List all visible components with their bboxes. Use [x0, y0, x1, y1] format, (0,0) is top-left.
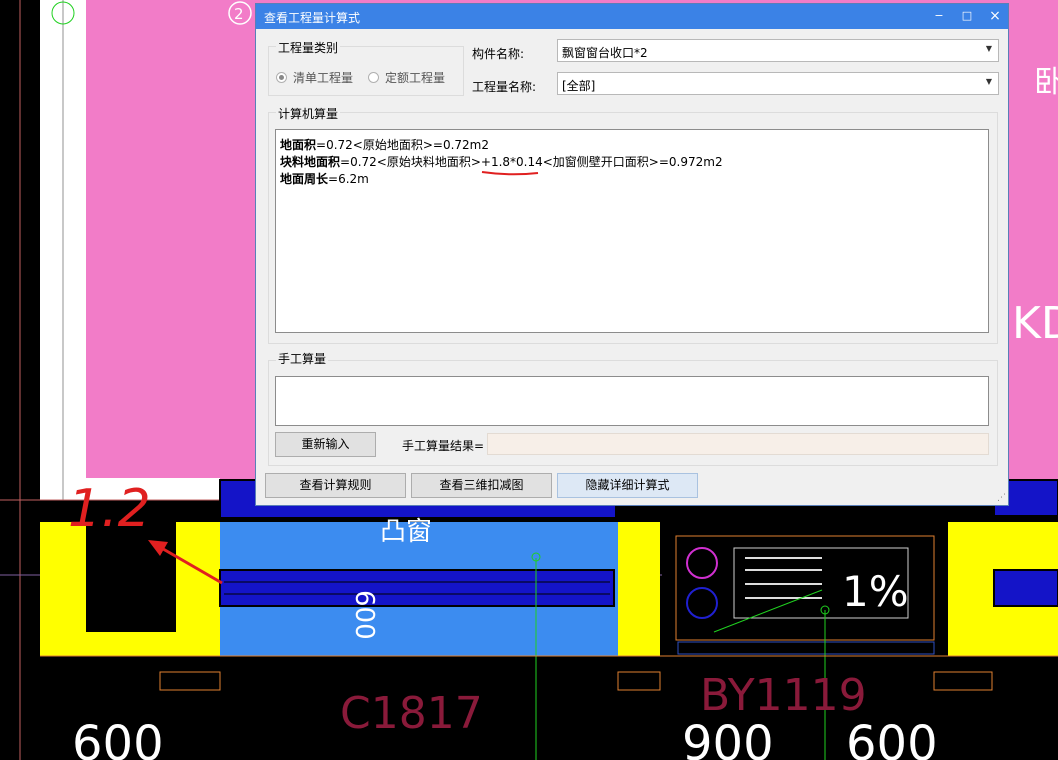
vertical-600: 600	[349, 590, 379, 640]
radio-quota-quantity[interactable]: 定额工程量	[368, 69, 445, 86]
resize-grip-icon[interactable]: ⋰	[997, 493, 1006, 503]
radio-selected-icon	[276, 72, 287, 83]
maximize-icon[interactable]: □	[959, 8, 975, 24]
quantity-name-label: 工程量名称:	[472, 80, 537, 94]
dialog-title: 查看工程量计算式	[264, 11, 361, 25]
dialog-titlebar[interactable]: 查看工程量计算式 − □ ×	[256, 4, 1008, 29]
component-name-label: 构件名称:	[472, 47, 525, 61]
quantity-name-select[interactable]: [全部] ▼	[557, 72, 999, 95]
reinput-button[interactable]: 重新输入	[275, 432, 376, 457]
radio-bill-quantity[interactable]: 清单工程量	[276, 69, 353, 86]
handwritten-annotation: 1.2	[68, 479, 151, 539]
manual-label: 手工算量	[276, 350, 329, 367]
vertical-window-text: 凸窗	[380, 517, 432, 547]
formula-line: 块料地面积=0.72<原始块料地面积>+1.8*0.14<加窗侧壁开口面积>=0…	[280, 155, 723, 169]
dimension-mid: 900	[682, 716, 774, 760]
radio-unselected-icon	[368, 72, 379, 83]
computed-label: 计算机算量	[276, 105, 341, 122]
manual-input[interactable]	[275, 376, 989, 426]
manual-result-label: 手工算量结果=	[402, 439, 485, 453]
bay-window-label: BY1119	[700, 670, 867, 721]
dimension-left: 600	[72, 716, 164, 760]
computed-formula-text[interactable]: 地面积=0.72<原始地面积>=0.72m2 块料地面积=0.72<原始块料地面…	[275, 129, 989, 333]
red-underline-annotation	[481, 171, 539, 176]
manual-result-field[interactable]	[487, 433, 989, 455]
slope-label: 1%	[842, 567, 909, 616]
formula-line: 地面积=0.72<原始地面积>=0.72m2	[280, 138, 489, 152]
view-3d-button[interactable]: 查看三维扣减图	[411, 473, 552, 498]
formula-line: 地面周长=6.2m	[280, 172, 369, 186]
hide-detail-button[interactable]: 隐藏详细计算式	[557, 473, 698, 498]
edge-text-right: KD	[1012, 298, 1058, 349]
quantity-type-label: 工程量类别	[276, 39, 341, 56]
chevron-down-icon: ▼	[985, 77, 992, 86]
step-marker-number: 2	[234, 5, 244, 23]
chevron-down-icon: ▼	[985, 44, 992, 53]
window-label-c1817: C1817	[340, 688, 483, 739]
calculation-dialog: 查看工程量计算式 − □ × 工程量类别 清单工程量 定额工程量 构件名称: 飘…	[255, 3, 1009, 506]
minimize-icon[interactable]: −	[931, 8, 947, 24]
close-icon[interactable]: ×	[987, 8, 1003, 24]
component-name-select[interactable]: 飘窗窗台收口*2 ▼	[557, 39, 999, 62]
view-rules-button[interactable]: 查看计算规则	[265, 473, 406, 498]
edge-text-top: 卧	[1034, 65, 1058, 100]
dimension-right: 600	[846, 716, 938, 760]
